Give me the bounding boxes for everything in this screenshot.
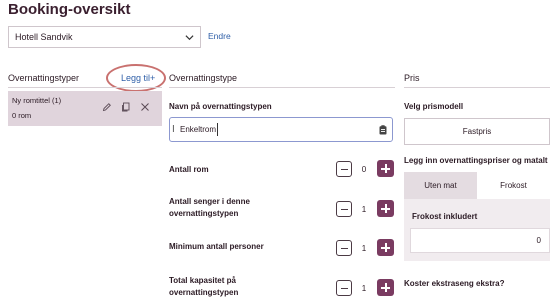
room-type-name: Ny romtittel (1) — [12, 96, 62, 105]
increment-button[interactable] — [377, 200, 394, 217]
tab-frokost[interactable]: Frokost — [477, 172, 550, 199]
increment-button[interactable] — [377, 279, 394, 296]
stepper-label: overnattingstypen — [169, 288, 239, 297]
divider — [404, 87, 550, 88]
prices-label: Legg inn overnattingspriser og matalt — [404, 156, 548, 165]
price-heading: Pris — [404, 73, 420, 83]
name-label: Navn på overnattingstypen — [169, 102, 272, 111]
edit-hotel-link[interactable]: Endre — [208, 31, 231, 41]
stepper-label: overnattingstypen — [169, 209, 239, 218]
price-model-label: Velg prismodell — [404, 102, 464, 111]
increment-button[interactable] — [377, 239, 394, 256]
room-types-heading: Overnattingstyper — [8, 73, 80, 83]
tab-uten-mat[interactable]: Uten mat — [404, 172, 477, 199]
divider — [8, 87, 162, 88]
breakfast-price-value: 0 — [536, 236, 541, 245]
close-icon[interactable] — [140, 102, 150, 112]
room-type-heading: Overnattingstype — [169, 73, 238, 83]
stepper-label: Antall senger i denne — [169, 197, 250, 206]
text-cursor-icon: I — [172, 124, 175, 135]
copy-icon[interactable] — [121, 102, 131, 112]
room-type-name-input[interactable]: I Enkeltrom — [169, 117, 393, 142]
stepper-label: Total kapasitet på — [169, 276, 236, 285]
page-title: Booking-oversikt — [8, 1, 131, 18]
extra-bed-label: Koster ekstraseng ekstra? — [404, 279, 505, 288]
divider — [169, 87, 395, 88]
stepper-value: 1 — [361, 205, 367, 214]
name-input-value: Enkeltrom — [180, 125, 217, 134]
price-model-fixed-button[interactable]: Fastpris — [404, 118, 550, 145]
text-caret — [217, 123, 218, 136]
meal-tabs: Uten mat Frokost — [404, 172, 550, 199]
decrement-button[interactable] — [336, 240, 352, 256]
breakfast-label: Frokost inkludert — [412, 212, 478, 221]
room-type-card[interactable]: Ny romtittel (1) 0 rom — [8, 91, 162, 126]
breakfast-price-input[interactable]: 0 — [410, 228, 550, 253]
clipboard-icon[interactable] — [379, 125, 387, 135]
hotel-select-value: Hotell Sandvik — [15, 32, 73, 42]
stepper-value: 0 — [361, 165, 367, 174]
chevron-down-icon — [185, 35, 194, 41]
stepper-label: Minimum antall personer — [169, 242, 264, 251]
increment-button[interactable] — [377, 160, 394, 177]
hotel-select[interactable]: Hotell Sandvik — [8, 26, 201, 48]
stepper-value: 1 — [361, 284, 367, 293]
room-type-count: 0 rom — [12, 111, 32, 120]
decrement-button[interactable] — [336, 201, 352, 217]
decrement-button[interactable] — [336, 280, 352, 296]
stepper-label: Antall rom — [169, 165, 209, 174]
pencil-icon[interactable] — [102, 102, 112, 112]
decrement-button[interactable] — [336, 161, 352, 177]
stepper-value: 1 — [361, 244, 367, 253]
